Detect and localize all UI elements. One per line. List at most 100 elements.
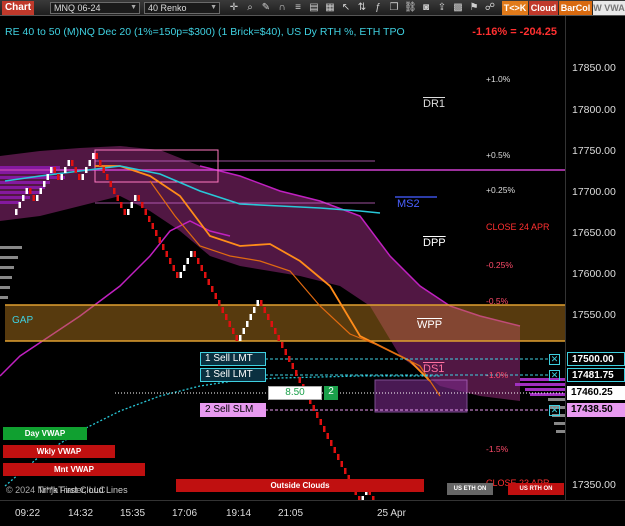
up-brick bbox=[88, 160, 91, 166]
up-brick bbox=[134, 195, 137, 201]
position-avg-price[interactable]: 8.50 bbox=[268, 386, 322, 400]
strategy-icon[interactable]: ƒ bbox=[372, 2, 384, 14]
chart-trader-icon[interactable]: ⇅ bbox=[356, 2, 368, 14]
down-brick bbox=[106, 174, 109, 180]
down-brick bbox=[102, 167, 105, 173]
chart-panel[interactable]: RE 40 to 50 (M)NQ Dec 20 (1%=150p=$300) … bbox=[0, 16, 565, 500]
time-axis[interactable]: 09:22 14:32 15:35 17:06 19:14 21:05 25 A… bbox=[0, 500, 625, 526]
order-price-tag: 17481.75 bbox=[567, 368, 625, 382]
down-brick bbox=[344, 468, 347, 474]
cloud-button[interactable]: Cloud bbox=[529, 1, 558, 15]
down-brick bbox=[116, 195, 119, 201]
pct-level-label: -0.5% bbox=[486, 296, 509, 306]
bar-type-selector[interactable]: 40 Renko ▼ bbox=[144, 2, 220, 14]
up-brick bbox=[25, 188, 28, 194]
down-brick bbox=[340, 461, 343, 467]
instrument-value: MNQ 06-24 bbox=[54, 3, 101, 13]
dpp-label: DPP bbox=[423, 237, 446, 249]
instrument-link-icon[interactable]: ☍ bbox=[484, 2, 496, 14]
down-brick bbox=[144, 209, 147, 215]
up-brick bbox=[183, 265, 186, 271]
price-axis[interactable]: 17850.00 17800.00 17750.00 17700.00 1765… bbox=[565, 16, 625, 500]
layout-icon[interactable]: ▦ bbox=[324, 2, 336, 14]
close-24-apr-label: CLOSE 24 APR bbox=[486, 222, 550, 232]
last-price-tag: 17460.25 bbox=[567, 386, 625, 400]
pct-level-label: +0.5% bbox=[486, 150, 511, 160]
price-axis-label: 17700.00 bbox=[572, 186, 616, 198]
down-brick bbox=[151, 223, 154, 229]
down-brick bbox=[165, 251, 168, 257]
down-brick bbox=[211, 286, 214, 292]
zoom-icon[interactable]: ⌕ bbox=[244, 2, 256, 14]
down-brick bbox=[78, 174, 81, 180]
link-icon[interactable]: ⛓ bbox=[404, 2, 417, 14]
window-icon[interactable]: ❐ bbox=[388, 2, 400, 14]
down-brick bbox=[284, 349, 287, 355]
magnet-icon[interactable]: ∩ bbox=[276, 2, 288, 14]
position-quantity[interactable]: 2 bbox=[324, 386, 338, 400]
down-brick bbox=[316, 412, 319, 418]
down-brick bbox=[123, 209, 126, 215]
down-brick bbox=[232, 328, 235, 334]
cloud-lower-line bbox=[0, 220, 231, 377]
price-axis-label: 17850.00 bbox=[572, 62, 616, 74]
instrument-selector[interactable]: MNQ 06-24 ▼ bbox=[50, 2, 140, 14]
properties-icon[interactable]: ≡ bbox=[292, 2, 304, 14]
up-brick bbox=[92, 153, 95, 159]
wvwa-button[interactable]: W VWA bbox=[593, 1, 625, 15]
up-brick bbox=[50, 167, 53, 173]
down-brick bbox=[323, 426, 326, 432]
chart-title: Chart bbox=[2, 1, 34, 15]
stop-price-tag: 17438.50 bbox=[567, 403, 625, 417]
alert-icon[interactable]: ⚑ bbox=[468, 2, 480, 14]
share-icon[interactable]: ⇪ bbox=[436, 2, 448, 14]
cancel-order-icon[interactable]: ✕ bbox=[549, 370, 560, 381]
up-brick bbox=[242, 328, 245, 334]
down-brick bbox=[32, 195, 35, 201]
pct-level-label: -0.25% bbox=[486, 260, 513, 270]
down-brick bbox=[176, 272, 179, 278]
pct-level-label: -1.0% bbox=[486, 370, 509, 380]
down-brick bbox=[207, 279, 210, 285]
up-brick bbox=[36, 195, 39, 201]
tk-button[interactable]: T<>K bbox=[502, 1, 528, 15]
down-brick bbox=[326, 433, 329, 439]
up-brick bbox=[256, 300, 259, 306]
down-brick bbox=[109, 181, 112, 187]
cancel-order-icon[interactable]: ✕ bbox=[549, 405, 560, 416]
snapshot-icon[interactable]: ◙ bbox=[420, 2, 432, 14]
sell-limit-order-2[interactable]: 1 Sell LMT bbox=[200, 368, 266, 382]
crosshair-icon[interactable]: ✛ bbox=[228, 2, 240, 14]
down-brick bbox=[225, 314, 228, 320]
up-brick bbox=[43, 181, 46, 187]
copyright-watermark: © 2024 NinjaTrader, LLC Tr**k First Clou… bbox=[6, 485, 128, 495]
up-brick bbox=[85, 167, 88, 173]
down-brick bbox=[295, 370, 298, 376]
time-axis-label: 17:06 bbox=[172, 508, 198, 519]
grid-icon[interactable]: ▩ bbox=[452, 2, 464, 14]
price-axis-label: 17750.00 bbox=[572, 145, 616, 157]
time-axis-label: 14:32 bbox=[68, 508, 94, 519]
pct-level-label: -1.5% bbox=[486, 444, 509, 454]
down-brick bbox=[71, 160, 74, 166]
pct-level-label: +0.25% bbox=[486, 185, 516, 195]
cursor-icon[interactable]: ↖ bbox=[340, 2, 352, 14]
up-brick bbox=[81, 174, 84, 180]
down-brick bbox=[274, 328, 277, 334]
draw-icon[interactable]: ✎ bbox=[260, 2, 272, 14]
down-brick bbox=[162, 244, 165, 250]
up-brick bbox=[253, 307, 256, 313]
down-brick bbox=[141, 202, 144, 208]
sell-limit-order-1[interactable]: 1 Sell LMT bbox=[200, 352, 266, 366]
up-brick bbox=[130, 202, 133, 208]
cancel-order-icon[interactable]: ✕ bbox=[549, 354, 560, 365]
sell-stop-order[interactable]: 2 Sell SLM bbox=[200, 403, 266, 417]
down-brick bbox=[291, 363, 294, 369]
barcol-button[interactable]: BarCol bbox=[559, 1, 592, 15]
gap-label: GAP bbox=[12, 315, 34, 326]
down-brick bbox=[197, 258, 200, 264]
time-axis-label: 09:22 bbox=[15, 508, 41, 519]
up-brick bbox=[18, 202, 21, 208]
up-brick bbox=[15, 209, 18, 215]
template-icon[interactable]: ▤ bbox=[308, 2, 320, 14]
